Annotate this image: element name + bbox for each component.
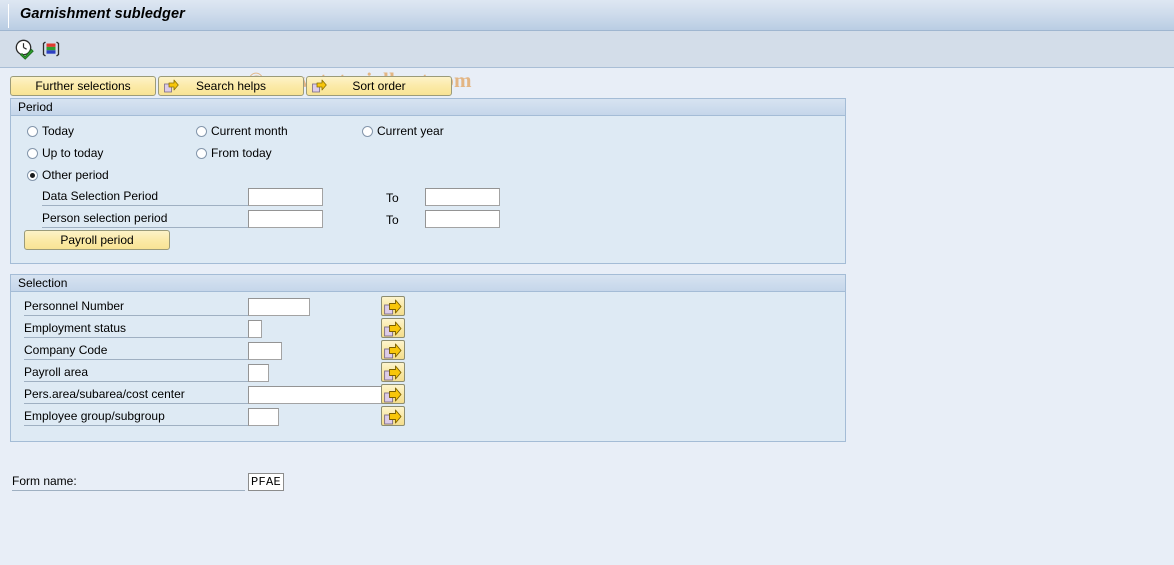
employment-status-label: Employment status xyxy=(24,321,248,338)
company-code-label: Company Code xyxy=(24,343,248,360)
payroll-period-button[interactable]: Payroll period xyxy=(24,230,170,250)
sort-order-label: Sort order xyxy=(352,79,406,93)
arrow-right-icon xyxy=(164,79,179,93)
window-title-bar: Garnishment subledger xyxy=(0,0,1174,31)
radio-mark-icon xyxy=(27,125,38,137)
employee-group-multiple-selection-button[interactable] xyxy=(381,406,405,426)
search-helps-button[interactable]: Search helps xyxy=(158,76,304,96)
personnel-number-label: Personnel Number xyxy=(24,299,248,316)
sort-order-button[interactable]: Sort order xyxy=(306,76,452,96)
company-code-input[interactable] xyxy=(248,342,282,360)
payroll-area-label: Payroll area xyxy=(24,365,248,382)
radio-other-period[interactable]: Other period xyxy=(27,168,109,182)
payroll-area-input[interactable] xyxy=(248,364,269,382)
multiple-selection-icon xyxy=(384,365,402,380)
employee-group-subgroup-label: Employee group/subgroup xyxy=(24,409,248,426)
period-group-title: Period xyxy=(11,99,845,116)
page-title: Garnishment subledger xyxy=(20,6,185,22)
data-selection-period-from-input[interactable] xyxy=(248,188,323,206)
radio-from-today-label: From today xyxy=(211,146,272,160)
execute-clock-check-icon[interactable] xyxy=(14,38,36,60)
radio-up-to-today-label: Up to today xyxy=(42,146,104,160)
further-selections-label: Further selections xyxy=(35,79,131,93)
pers-area-subarea-cost-center-label: Pers.area/subarea/cost center xyxy=(24,387,248,404)
radio-mark-icon xyxy=(196,125,207,137)
radio-today-label: Today xyxy=(42,124,75,138)
multiple-selection-icon xyxy=(384,409,402,424)
form-name-value[interactable]: PFAE xyxy=(248,473,284,491)
person-selection-period-to-label: To xyxy=(386,213,399,227)
radio-current-year-label: Current year xyxy=(377,124,444,138)
payroll-period-label: Payroll period xyxy=(60,233,134,247)
multiple-selection-icon xyxy=(384,321,402,336)
selection-group-title: Selection xyxy=(11,275,845,292)
further-selections-button[interactable]: Further selections xyxy=(10,76,156,96)
radio-from-today[interactable]: From today xyxy=(196,146,272,160)
person-selection-period-to-input[interactable] xyxy=(425,210,500,228)
radio-today[interactable]: Today xyxy=(27,124,74,138)
data-selection-period-to-input[interactable] xyxy=(425,188,500,206)
employment-status-input[interactable] xyxy=(248,320,262,338)
application-toolbar: © www.tutorialkart.com xyxy=(0,31,1174,92)
employment-status-multiple-selection-button[interactable] xyxy=(381,318,405,338)
multiple-selection-icon xyxy=(384,299,402,314)
form-name-label: Form name: xyxy=(12,474,245,491)
radio-mark-icon xyxy=(362,125,373,137)
pers-area-multiple-selection-button[interactable] xyxy=(381,384,405,404)
person-selection-period-from-input[interactable] xyxy=(248,210,323,228)
multiple-selection-icon xyxy=(384,343,402,358)
payroll-area-multiple-selection-button[interactable] xyxy=(381,362,405,382)
radio-current-month-label: Current month xyxy=(211,124,288,138)
personnel-number-multiple-selection-button[interactable] xyxy=(381,296,405,316)
employee-group-subgroup-input[interactable] xyxy=(248,408,279,426)
radio-mark-icon xyxy=(27,147,38,159)
radio-mark-selected-icon xyxy=(27,169,38,181)
data-selection-period-label: Data Selection Period xyxy=(42,189,248,206)
search-helps-label: Search helps xyxy=(195,79,267,93)
radio-current-year[interactable]: Current year xyxy=(362,124,444,138)
personnel-number-input[interactable] xyxy=(248,298,310,316)
person-selection-period-label: Person selection period xyxy=(42,211,248,228)
arrow-right-icon xyxy=(312,79,327,93)
radio-up-to-today[interactable]: Up to today xyxy=(27,146,103,160)
company-code-multiple-selection-button[interactable] xyxy=(381,340,405,360)
radio-current-month[interactable]: Current month xyxy=(196,124,288,138)
radio-other-period-label: Other period xyxy=(42,168,109,182)
multiple-selection-icon xyxy=(384,387,402,402)
radio-mark-icon xyxy=(196,147,207,159)
data-selection-period-to-label: To xyxy=(386,191,399,205)
pers-area-subarea-cost-center-input[interactable] xyxy=(248,386,395,404)
get-variant-icon[interactable] xyxy=(40,38,62,60)
